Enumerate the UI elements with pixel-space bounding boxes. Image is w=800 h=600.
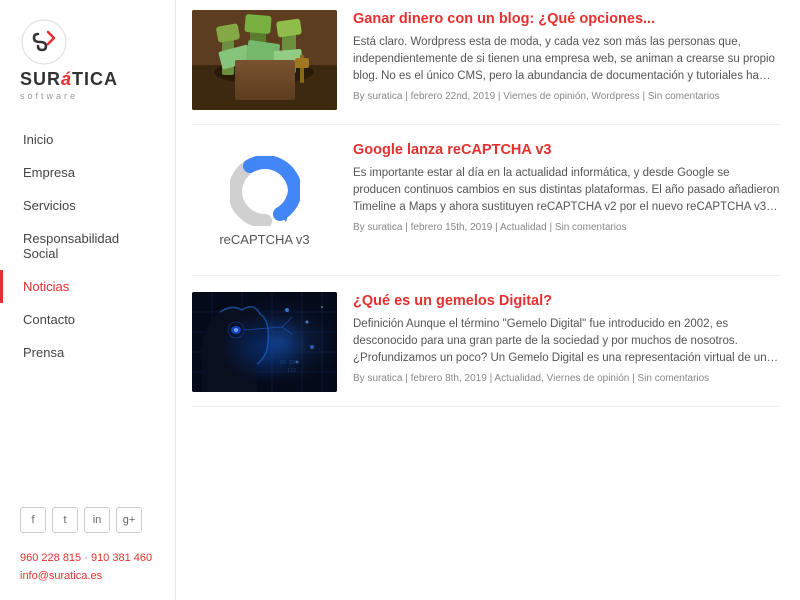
nav-item-responsabilidad[interactable]: Responsabilidad Social bbox=[0, 222, 175, 270]
post-body-3: ¿Qué es un gemelos Digital? Definición A… bbox=[353, 292, 780, 384]
recaptcha-label: reCAPTCHA v3 bbox=[219, 232, 309, 247]
logo-area: SURáTICA software bbox=[0, 0, 175, 113]
brand-tagline: software bbox=[20, 91, 78, 101]
post-image-money bbox=[192, 10, 337, 110]
email-link[interactable]: info@suratica.es bbox=[20, 567, 155, 586]
post-body-2: Google lanza reCAPTCHA v3 Es importante … bbox=[353, 141, 780, 233]
svg-text:01 10: 01 10 bbox=[280, 360, 295, 366]
svg-text:110: 110 bbox=[287, 368, 296, 374]
nav-item-empresa[interactable]: Empresa bbox=[0, 156, 175, 189]
post-author-3[interactable]: suratica bbox=[367, 373, 402, 384]
post-category-1[interactable]: Viernes de opinión, Wordpress bbox=[503, 91, 639, 102]
nav-item-noticias[interactable]: Noticias bbox=[0, 270, 175, 303]
nav-item-prensa[interactable]: Prensa bbox=[0, 336, 175, 369]
money-image-svg bbox=[192, 10, 337, 110]
post-comments-2[interactable]: Sin comentarios bbox=[555, 222, 627, 233]
post-image-digital: 01 10 110 bbox=[192, 292, 337, 392]
post-body-1: Ganar dinero con un blog: ¿Qué opciones.… bbox=[353, 10, 780, 102]
post-item: Ganar dinero con un blog: ¿Qué opciones.… bbox=[192, 10, 780, 125]
post-item-digital: 01 10 110 ¿Qué es un gemelos Digital? De… bbox=[192, 292, 780, 407]
post-meta-3: By suratica | febrero 8th, 2019 | Actual… bbox=[353, 373, 780, 384]
post-excerpt-2: Es importante estar al día en la actuali… bbox=[353, 165, 780, 217]
twitter-icon[interactable]: t bbox=[52, 507, 78, 533]
sidebar: SURáTICA software Inicio Empresa Servici… bbox=[0, 0, 176, 600]
post-comments-3[interactable]: Sin comentarios bbox=[637, 373, 709, 384]
post-item-recaptcha: reCAPTCHA v3 Google lanza reCAPTCHA v3 E… bbox=[192, 141, 780, 276]
post-category-2[interactable]: Actualidad bbox=[500, 222, 547, 233]
post-excerpt-3: Definición Aunque el término "Gemelo Dig… bbox=[353, 316, 780, 368]
recaptcha-image-wrapper: reCAPTCHA v3 bbox=[192, 141, 337, 261]
post-author-2[interactable]: suratica bbox=[367, 222, 402, 233]
post-title-3[interactable]: ¿Qué es un gemelos Digital? bbox=[353, 292, 780, 311]
nav-item-contacto[interactable]: Contacto bbox=[0, 303, 175, 336]
post-excerpt-1: Está claro. Wordpress esta de moda, y ca… bbox=[353, 34, 780, 86]
post-category-3[interactable]: Actualidad, Viernes de opinión bbox=[494, 373, 629, 384]
contact-info: 960 228 815 · 910 381 460 info@suratica.… bbox=[0, 545, 175, 600]
post-meta-2: By suratica | febrero 15th, 2019 | Actua… bbox=[353, 222, 780, 233]
nav-item-inicio[interactable]: Inicio bbox=[0, 123, 175, 156]
post-author-1[interactable]: suratica bbox=[367, 91, 402, 102]
nav-menu: Inicio Empresa Servicios Responsabilidad… bbox=[0, 123, 175, 495]
post-meta-1: By suratica | febrero 22nd, 2019 | Viern… bbox=[353, 91, 780, 102]
post-comments-1[interactable]: Sin comentarios bbox=[648, 91, 720, 102]
nav-item-servicios[interactable]: Servicios bbox=[0, 189, 175, 222]
googleplus-icon[interactable]: g+ bbox=[116, 507, 142, 533]
main-content: Ganar dinero con un blog: ¿Qué opciones.… bbox=[176, 0, 800, 600]
linkedin-icon[interactable]: in bbox=[84, 507, 110, 533]
facebook-icon[interactable]: f bbox=[20, 507, 46, 533]
social-icons: f t in g+ bbox=[0, 495, 175, 545]
phone-link[interactable]: 960 228 815 · 910 381 460 bbox=[20, 549, 155, 568]
post-title-2[interactable]: Google lanza reCAPTCHA v3 bbox=[353, 141, 780, 160]
post-title-1[interactable]: Ganar dinero con un blog: ¿Qué opciones.… bbox=[353, 10, 780, 29]
recaptcha-logo bbox=[230, 156, 300, 226]
logo-icon bbox=[20, 18, 68, 66]
brand-name: SURáTICA bbox=[20, 70, 118, 90]
